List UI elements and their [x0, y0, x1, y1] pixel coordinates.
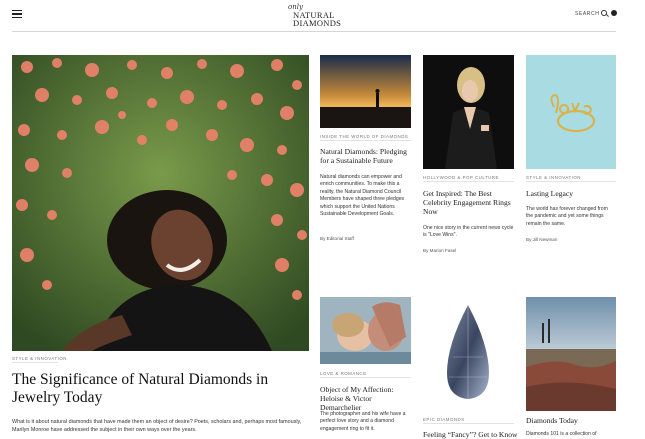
card-description: Natural diamonds can empower and enrich … — [320, 174, 405, 218]
card-description: The photographer and his wife have a per… — [320, 411, 406, 432]
celebrity-photo-illustration — [423, 55, 514, 169]
card-tag-underline — [320, 140, 411, 141]
header-divider — [12, 31, 616, 32]
hero-photo-illustration — [12, 55, 309, 351]
search-icon[interactable] — [601, 10, 607, 16]
card-description: The world has forever changed from the p… — [526, 206, 608, 227]
hero-tag-underline — [12, 362, 58, 363]
card-byline[interactable]: By Editorial Staff — [320, 236, 354, 241]
card-description: One nice story in the current news cycle… — [423, 225, 514, 239]
logo-diamonds-text: DIAMONDS — [293, 18, 342, 28]
card-tag[interactable]: INSIDE THE WORLD OF DIAMONDS — [320, 134, 408, 139]
hero-article-title[interactable]: The Significance of Natural Diamonds in … — [12, 371, 312, 407]
card-image-celebrity-rings[interactable] — [423, 55, 514, 169]
card-image-sustainable-future[interactable] — [320, 55, 411, 128]
landscape-photo-illustration — [526, 297, 616, 411]
card-title[interactable]: Lasting Legacy — [526, 189, 616, 198]
card-title[interactable]: Diamonds Today — [526, 416, 616, 425]
sunset-photo-illustration — [320, 55, 411, 128]
hero-image[interactable] — [12, 55, 309, 351]
card-image-diamonds-today[interactable] — [526, 297, 616, 411]
card-tag-underline — [320, 377, 411, 378]
card-tag-underline — [423, 423, 514, 424]
card-title[interactable]: Feeling “Fancy”? Get to Know — [423, 430, 521, 439]
search-link[interactable]: SEARCH — [575, 11, 599, 17]
site-header: only NATURAL DIAMONDS SEARCH — [0, 0, 645, 30]
love-ring-photo-illustration — [526, 55, 616, 169]
card-image-fancy-diamond[interactable] — [423, 297, 514, 411]
menu-icon[interactable] — [12, 10, 22, 18]
card-image-lasting-legacy[interactable] — [526, 55, 616, 169]
account-icon[interactable] — [611, 10, 617, 16]
hero-article-description: What is it about natural diamonds that h… — [12, 419, 302, 433]
card-title[interactable]: Object of My Affection: Heloise & Victor… — [320, 385, 412, 412]
card-tag[interactable]: LOVE & ROMANCE — [320, 371, 367, 376]
card-tag[interactable]: STYLE & INNOVATION — [526, 175, 581, 180]
card-title[interactable]: Natural Diamonds: Pledging for a Sustain… — [320, 147, 412, 165]
card-byline[interactable]: By Jill Newman — [526, 237, 557, 242]
card-tag-underline — [423, 181, 514, 182]
blue-diamond-photo-illustration — [447, 305, 489, 399]
card-tag[interactable]: EPIC DIAMONDS — [423, 417, 465, 422]
card-byline[interactable]: By Marion Fasel — [423, 248, 456, 253]
card-tag[interactable]: HOLLYWOOD & POP CULTURE — [423, 175, 499, 180]
hero-category-tag[interactable]: STYLE & INNOVATION — [12, 356, 67, 361]
site-logo[interactable]: only NATURAL DIAMONDS — [285, 3, 345, 28]
card-title[interactable]: Get Inspired: The Best Celebrity Engagem… — [423, 189, 514, 216]
card-description: Diamonds 101 is a collection of — [526, 431, 597, 437]
card-image-object-of-affection[interactable] — [320, 297, 411, 364]
card-tag-underline — [526, 181, 616, 182]
couple-photo-illustration — [320, 297, 411, 364]
